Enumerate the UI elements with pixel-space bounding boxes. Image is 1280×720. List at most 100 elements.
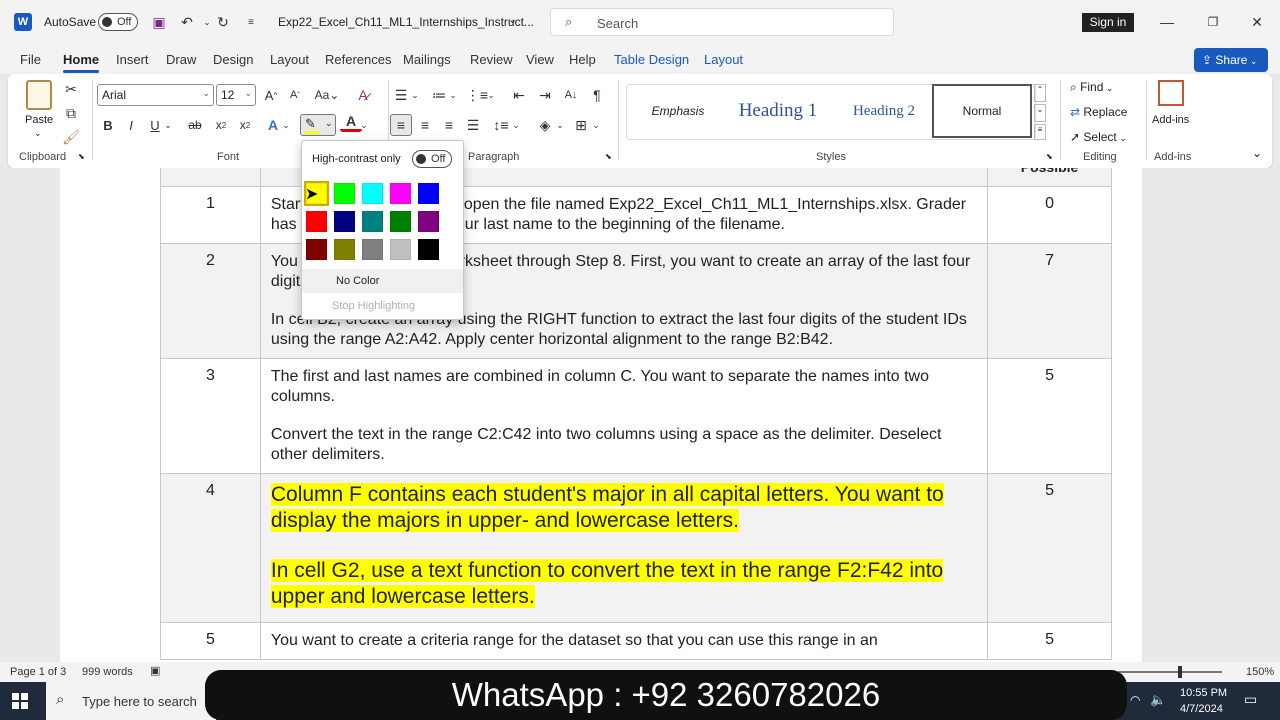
step-text[interactable]: You want to create a criteria range for … <box>259 622 989 660</box>
collapse-ribbon-icon[interactable]: ⌄ <box>1252 146 1262 160</box>
clock-date[interactable]: 4/7/2024 <box>1180 703 1223 715</box>
volume-icon[interactable]: 🔈 <box>1150 692 1166 708</box>
color-swatch[interactable] <box>418 183 439 204</box>
step-text[interactable]: Column F contains each student's major i… <box>259 473 989 623</box>
styles-scroll-up-icon[interactable]: ⌃ <box>1034 84 1046 102</box>
color-swatch[interactable] <box>306 211 327 232</box>
redo-icon[interactable]: ↻ <box>212 11 234 33</box>
color-swatch[interactable] <box>334 239 355 260</box>
italic-icon[interactable]: I <box>120 114 142 136</box>
change-case-icon[interactable]: Aa⌄ <box>312 84 342 106</box>
format-painter-icon[interactable]: 🖌 <box>60 126 82 148</box>
color-swatch[interactable] <box>418 239 439 260</box>
style-heading-2[interactable]: Heading 2 <box>836 84 932 138</box>
restore-icon[interactable]: ❐ <box>1202 11 1224 33</box>
show-marks-icon[interactable]: ¶ <box>586 84 608 106</box>
page[interactable]: Possible 1 Start Excel. Download and ope… <box>60 168 1142 662</box>
wifi-icon[interactable]: ◠ <box>1130 693 1140 707</box>
color-swatch[interactable] <box>362 183 383 204</box>
find-button[interactable]: ⌕ Find ⌄ <box>1070 80 1113 95</box>
notifications-icon[interactable]: ▭ <box>1244 691 1257 708</box>
zoom-slider-thumb[interactable] <box>1178 666 1182 678</box>
color-swatch[interactable] <box>334 183 355 204</box>
color-swatch[interactable] <box>362 211 383 232</box>
color-swatch[interactable] <box>390 211 411 232</box>
windows-start-icon[interactable] <box>12 693 28 709</box>
style-heading-1[interactable]: Heading 1 <box>726 84 830 138</box>
style-emphasis[interactable]: Emphasis <box>636 84 720 138</box>
share-button[interactable]: ⇪ Share ⌄ <box>1194 48 1268 72</box>
styles-scroll-down-icon[interactable]: ⌄ <box>1034 104 1046 122</box>
page-count[interactable]: Page 1 of 3 <box>10 666 66 678</box>
zoom-slider[interactable] <box>1118 671 1222 673</box>
color-swatch[interactable] <box>390 239 411 260</box>
save-icon[interactable]: ▣ <box>148 11 170 33</box>
tab-review[interactable]: Review <box>470 52 513 67</box>
addins-button-label[interactable]: Add-ins <box>1152 114 1189 126</box>
font-name-combo[interactable]: Arial ⌄ <box>97 84 214 106</box>
borders-icon[interactable]: ⊞ <box>570 114 592 136</box>
title-chevron-icon[interactable]: ⌄ <box>508 13 517 26</box>
shading-icon[interactable]: ◈ <box>534 114 556 136</box>
no-color-item[interactable]: No Color <box>302 269 463 293</box>
replace-button[interactable]: ⇄ Replace <box>1070 105 1127 119</box>
underline-dropdown-icon[interactable]: ⌄ <box>162 114 174 136</box>
tab-insert[interactable]: Insert <box>116 52 149 67</box>
tab-references[interactable]: References <box>325 52 391 67</box>
paste-dropdown-icon[interactable]: ⌄ <box>34 128 42 139</box>
addins-icon[interactable] <box>1158 80 1184 106</box>
subscript-icon[interactable]: x2 <box>210 114 232 136</box>
clear-formatting-icon[interactable]: A̷ <box>352 84 374 106</box>
shading-dropdown-icon[interactable]: ⌄ <box>554 114 566 136</box>
tab-help[interactable]: Help <box>569 52 596 67</box>
styles-launcher-icon[interactable]: ⬊ <box>1046 152 1053 161</box>
color-swatch[interactable] <box>306 239 327 260</box>
copy-icon[interactable]: ⧉ <box>60 102 82 124</box>
customize-qat-icon[interactable]: ≡ <box>240 11 262 33</box>
minimize-icon[interactable]: — <box>1156 11 1178 33</box>
proofing-icon[interactable]: ▣ <box>150 664 160 677</box>
sort-icon[interactable]: A↓ <box>560 84 582 106</box>
text-effects-dropdown-icon[interactable]: ⌄ <box>280 114 292 136</box>
zoom-level[interactable]: 150% <box>1246 666 1274 678</box>
paste-icon[interactable] <box>26 80 52 110</box>
style-normal[interactable]: Normal <box>932 84 1032 138</box>
taskbar-search[interactable]: ⌕ Type here to search <box>46 682 216 720</box>
tab-layout[interactable]: Layout <box>270 52 309 67</box>
numbering-dropdown-icon[interactable]: ⌄ <box>447 84 459 106</box>
highlight-color-button[interactable]: ✎ ⌄ <box>300 114 336 136</box>
color-swatch[interactable] <box>390 183 411 204</box>
clipboard-launcher-icon[interactable]: ⬊ <box>78 152 85 161</box>
close-icon[interactable]: ✕ <box>1246 11 1268 33</box>
document-title[interactable]: Exp22_Excel_Ch11_ML1_Internships_Instruc… <box>278 15 534 29</box>
font-size-combo[interactable]: 12 ⌄ <box>216 84 256 106</box>
tab-mailings[interactable]: Mailings <box>403 52 451 67</box>
bold-icon[interactable]: B <box>97 114 119 136</box>
multilevel-dropdown-icon[interactable]: ⌄ <box>485 84 497 106</box>
color-swatch[interactable] <box>418 211 439 232</box>
increase-indent-icon[interactable]: ⇥ <box>534 84 556 106</box>
clock-time[interactable]: 10:55 PM <box>1180 687 1227 699</box>
autosave-toggle[interactable]: Off <box>98 13 138 31</box>
color-swatch[interactable] <box>362 239 383 260</box>
align-center-icon[interactable]: ≡ <box>414 114 436 136</box>
line-spacing-dropdown-icon[interactable]: ⌄ <box>510 114 522 136</box>
search-box[interactable]: ⌕ Search <box>550 8 894 36</box>
tab-file[interactable]: File <box>20 52 41 67</box>
borders-dropdown-icon[interactable]: ⌄ <box>590 114 602 136</box>
paragraph-launcher-icon[interactable]: ⬊ <box>605 152 612 161</box>
tab-home[interactable]: Home <box>63 52 100 73</box>
high-contrast-toggle[interactable]: Off <box>412 150 452 168</box>
superscript-icon[interactable]: x2 <box>234 114 256 136</box>
justify-icon[interactable]: ☰ <box>462 114 484 136</box>
strikethrough-icon[interactable]: ab <box>184 114 206 136</box>
tab-view[interactable]: View <box>526 52 554 67</box>
tab-design[interactable]: Design <box>213 52 253 67</box>
decrease-indent-icon[interactable]: ⇤ <box>508 84 530 106</box>
grow-font-icon[interactable]: A ^ <box>260 84 282 106</box>
sign-in-button[interactable]: Sign in <box>1082 13 1134 32</box>
line-spacing-icon[interactable]: ↕≡ <box>490 114 512 136</box>
step-text[interactable]: The first and last names are combined in… <box>259 358 989 474</box>
cut-icon[interactable]: ✂ <box>60 78 82 100</box>
word-count[interactable]: 999 words <box>82 666 133 678</box>
